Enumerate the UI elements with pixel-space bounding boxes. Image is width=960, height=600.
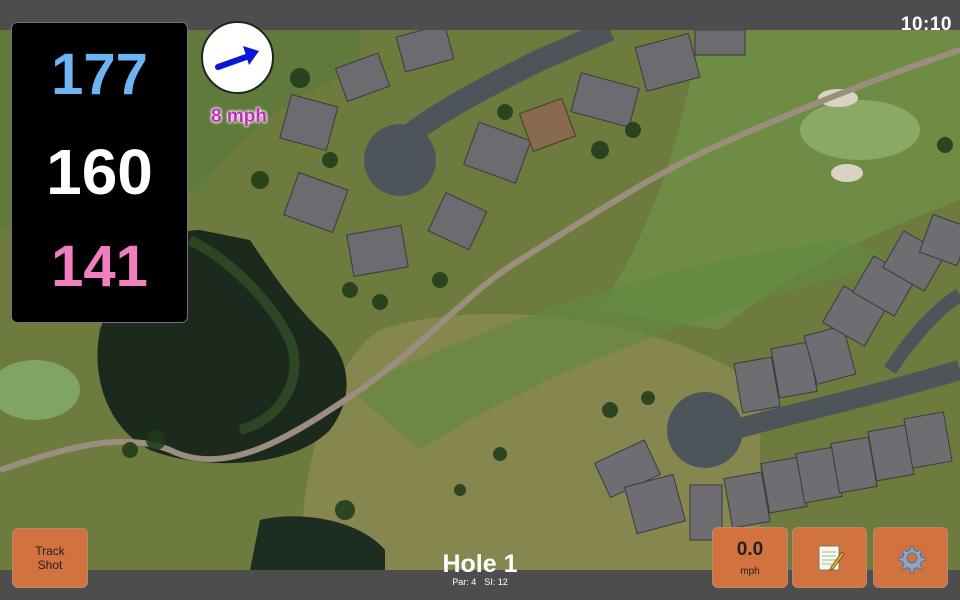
wind-speed-label: 8 mph	[211, 106, 267, 127]
back-distance: 177	[51, 42, 148, 107]
distance-panel: 177 160 141	[11, 22, 188, 323]
wind-direction-indicator	[201, 21, 274, 94]
track-shot-label: Track Shot	[35, 544, 65, 572]
speed-unit: mph	[740, 565, 760, 577]
hole-info: Par: 4 SI: 12	[380, 577, 580, 587]
arrow-icon	[215, 46, 259, 70]
speed-value: 0.0	[736, 538, 764, 560]
gear-icon	[897, 545, 926, 573]
speed-button[interactable]: 0.0 mph	[712, 527, 788, 588]
track-shot-button[interactable]: Track Shot	[12, 528, 88, 588]
settings-button[interactable]	[873, 527, 948, 588]
notes-button[interactable]	[792, 527, 867, 588]
hole-title: Hole 1	[442, 550, 518, 578]
notepad-icon	[818, 545, 845, 571]
middle-distance: 160	[46, 136, 153, 208]
front-distance: 141	[51, 234, 148, 299]
par-label: Par: 4	[452, 577, 477, 587]
stroke-index-label: SI: 12	[484, 577, 508, 587]
